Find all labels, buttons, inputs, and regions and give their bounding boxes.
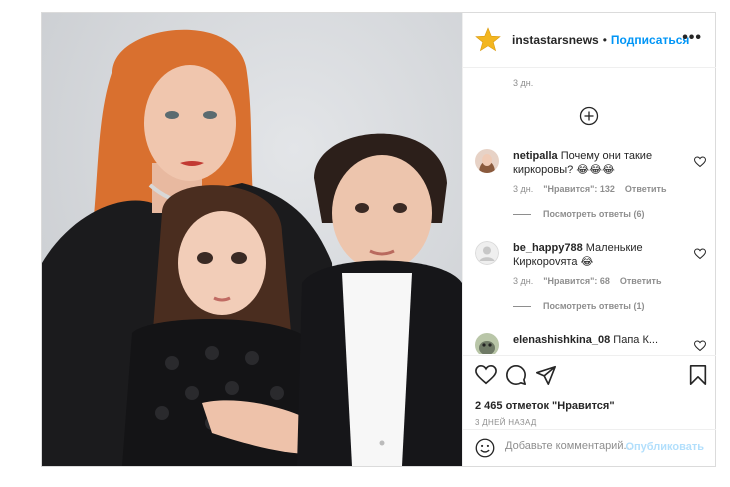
plus-circle-icon[interactable] [579, 106, 599, 126]
more-icon[interactable]: ••• [682, 29, 702, 47]
emoji-icon[interactable] [475, 438, 495, 458]
comment-likes[interactable]: "Нравится": 132 [543, 184, 615, 194]
comment-likes[interactable]: "Нравится": 68 [543, 276, 610, 286]
comment-username[interactable]: netipalla [513, 150, 558, 162]
add-comment-bar: Опубликовать [463, 429, 716, 466]
comment-text: elenashishkina_08 Папа К... [513, 333, 683, 347]
post-photo[interactable] [42, 13, 462, 466]
comment-time: 3 дн. [513, 276, 534, 286]
post-side-panel: instastarsnews • Подписаться ••• 3 дн. n… [462, 13, 716, 466]
replies-divider [513, 213, 531, 215]
view-replies-label: Посмотреть ответы (1) [543, 301, 645, 311]
heart-icon[interactable] [693, 339, 707, 352]
reply-button[interactable]: Ответить [625, 184, 667, 194]
comment-emojis: 😂 [580, 255, 594, 268]
commenter-avatar[interactable] [475, 241, 499, 265]
comment-username[interactable]: be_happy788 [513, 242, 583, 254]
comment-input[interactable] [505, 440, 631, 452]
caption-time: 3 дн. [513, 78, 534, 88]
heart-icon[interactable] [693, 247, 707, 260]
publish-button[interactable]: Опубликовать [625, 441, 704, 453]
post-date: 3 ДНЕЙ НАЗАД [475, 418, 537, 427]
comment-item: elenashishkina_08 Папа К... [475, 333, 710, 354]
family-photo-image [42, 13, 462, 466]
comment-meta: 3 дн. "Нравится": 68 Ответить [513, 276, 661, 286]
share-icon[interactable] [535, 364, 557, 386]
likes-count[interactable]: 2 465 отметок "Нравится" [475, 400, 615, 412]
commenter-avatar[interactable] [475, 333, 499, 354]
header-separator: • [602, 33, 607, 47]
view-replies-label: Посмотреть ответы (6) [543, 209, 645, 219]
heart-icon[interactable] [475, 364, 497, 386]
comment-message: Папа К... [613, 334, 659, 346]
post-actions: 2 465 отметок "Нравится" 3 ДНЕЙ НАЗАД [463, 355, 716, 427]
reply-button[interactable]: Ответить [620, 276, 662, 286]
bookmark-icon[interactable] [687, 364, 709, 386]
view-replies-button[interactable]: Посмотреть ответы (1) [513, 301, 644, 311]
instagram-post: instastarsnews • Подписаться ••• 3 дн. n… [41, 12, 716, 467]
comment-text: be_happy788 Маленькие Киркорovята 😂 [513, 241, 683, 269]
comment-meta: 3 дн. "Нравится": 132 Ответить [513, 184, 667, 194]
comment-text: netipalla Почему они такие киркоровы? 😂😂… [513, 149, 683, 177]
comments-list[interactable]: 3 дн. netipalla Почему они такие киркоро… [463, 69, 716, 354]
follow-button[interactable]: Подписаться [611, 33, 689, 47]
comment-emojis: 😂😂😂 [576, 163, 615, 176]
page: instastarsnews • Подписаться ••• 3 дн. n… [0, 0, 730, 487]
replies-divider [513, 305, 531, 307]
post-header: instastarsnews • Подписаться ••• [463, 13, 716, 68]
commenter-avatar[interactable] [475, 149, 499, 173]
author-username-link[interactable]: instastarsnews [512, 33, 599, 47]
comment-time: 3 дн. [513, 184, 534, 194]
heart-icon[interactable] [693, 155, 707, 168]
comment-username[interactable]: elenashishkina_08 [513, 334, 610, 346]
comment-icon[interactable] [505, 364, 527, 386]
comment-item: be_happy788 Маленькие Киркорovята 😂 3 дн… [475, 241, 710, 321]
view-replies-button[interactable]: Посмотреть ответы (6) [513, 209, 644, 219]
comment-item: netipalla Почему они такие киркоровы? 😂😂… [475, 149, 710, 229]
star-avatar-icon[interactable] [475, 27, 501, 53]
